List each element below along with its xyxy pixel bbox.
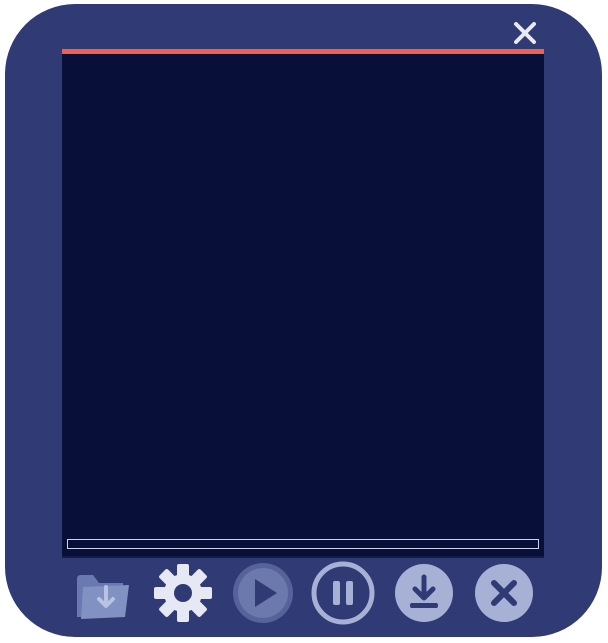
- video-display[interactable]: [62, 49, 544, 558]
- settings-button[interactable]: [151, 561, 215, 625]
- pause-icon: [311, 561, 375, 625]
- window-close-button[interactable]: [510, 18, 540, 48]
- close-icon: [514, 22, 536, 44]
- player-window: [5, 4, 602, 637]
- close-icon: [475, 564, 533, 622]
- progress-bar[interactable]: [67, 539, 539, 549]
- folder-download-icon: [77, 575, 129, 619]
- download-button[interactable]: [392, 561, 456, 625]
- gear-icon: [154, 564, 212, 622]
- pause-button[interactable]: [311, 561, 375, 625]
- download-icon: [395, 564, 453, 622]
- stop-button[interactable]: [472, 561, 536, 625]
- play-icon: [233, 563, 293, 623]
- open-folder-button[interactable]: [71, 561, 135, 625]
- play-button[interactable]: [231, 561, 295, 625]
